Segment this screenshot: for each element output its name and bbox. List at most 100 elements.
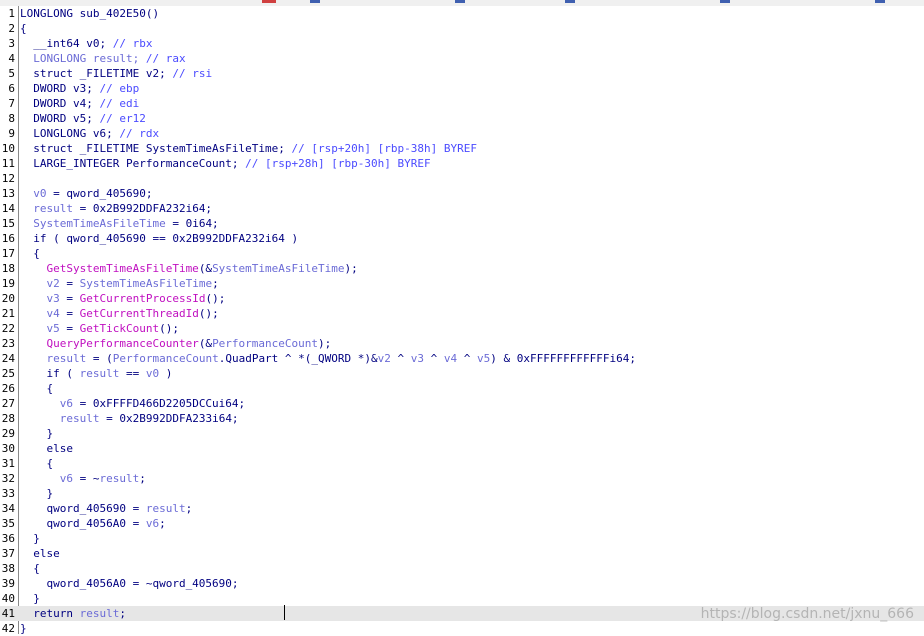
code-token[interactable]: } bbox=[20, 592, 40, 605]
code-text[interactable]: { bbox=[20, 246, 40, 261]
code-token[interactable]: QueryPerformanceCounter bbox=[20, 337, 198, 350]
code-token[interactable]: DWORD v4; bbox=[20, 97, 99, 110]
code-line[interactable]: 15 SystemTimeAsFileTime = 0i64; bbox=[0, 216, 924, 231]
code-line[interactable]: 37 else bbox=[0, 546, 924, 561]
pseudocode-view[interactable]: 1 LONGLONG sub_402E50() 2{3 __int64 v0; //… bbox=[0, 6, 924, 636]
code-token[interactable]: // rdx bbox=[119, 127, 159, 140]
code-token[interactable]: v5 bbox=[477, 352, 490, 365]
code-text[interactable]: } bbox=[20, 591, 40, 606]
code-token[interactable]: __int64 v0; bbox=[20, 37, 113, 50]
code-line[interactable]: 38 { bbox=[0, 561, 924, 576]
code-text[interactable]: { bbox=[20, 381, 53, 396]
code-text[interactable]: v6 = 0xFFFFD466D2205DCCui64; bbox=[20, 396, 245, 411]
code-text[interactable]: if ( result == v0 ) bbox=[20, 366, 172, 381]
code-line[interactable]: 25 if ( result == v0 ) bbox=[0, 366, 924, 381]
code-token[interactable]: = ~ bbox=[73, 472, 100, 485]
code-text[interactable]: result = 0x2B992DDFA233i64; bbox=[20, 411, 239, 426]
code-token[interactable]: } bbox=[20, 622, 27, 635]
code-token[interactable]: GetCurrentProcessId bbox=[80, 292, 206, 305]
code-text[interactable]: } bbox=[20, 531, 40, 546]
code-token[interactable]: SystemTimeAsFileTime bbox=[20, 217, 165, 230]
code-token[interactable]: ; bbox=[119, 607, 126, 620]
code-token[interactable]: = 0x2B992DDFA233i64; bbox=[99, 412, 238, 425]
code-line[interactable]: 36 } bbox=[0, 531, 924, 546]
code-line[interactable]: 30 else bbox=[0, 441, 924, 456]
code-line[interactable]: 27 v6 = 0xFFFFD466D2205DCCui64; bbox=[0, 396, 924, 411]
code-token[interactable]: = bbox=[60, 277, 80, 290]
code-token[interactable]: return bbox=[20, 607, 80, 620]
code-line[interactable]: 13 v0 = qword_405690; bbox=[0, 186, 924, 201]
code-token[interactable]: DWORD v3; bbox=[20, 82, 99, 95]
code-token[interactable]: ^ bbox=[457, 352, 477, 365]
code-line[interactable]: 14 result = 0x2B992DDFA232i64; bbox=[0, 201, 924, 216]
code-line[interactable]: 28 result = 0x2B992DDFA233i64; bbox=[0, 411, 924, 426]
code-token[interactable]: result bbox=[80, 607, 120, 620]
code-token[interactable]: qword_4056A0 = ~qword_405690; bbox=[20, 577, 238, 590]
code-token[interactable]: (); bbox=[205, 292, 225, 305]
code-token[interactable]: LARGE_INTEGER PerformanceCount; bbox=[20, 157, 245, 170]
code-text[interactable]: v3 = GetCurrentProcessId(); bbox=[20, 291, 225, 306]
code-token[interactable]: PerformanceCount bbox=[113, 352, 219, 365]
code-token[interactable]: (& bbox=[199, 262, 212, 275]
code-token[interactable]: (& bbox=[199, 337, 212, 350]
code-token[interactable]: == bbox=[119, 367, 146, 380]
code-text[interactable]: qword_4056A0 = ~qword_405690; bbox=[20, 576, 238, 591]
code-text[interactable]: DWORD v5; // er12 bbox=[20, 111, 146, 126]
code-token[interactable]: SystemTimeAsFileTime bbox=[80, 277, 212, 290]
code-token[interactable]: ^ bbox=[424, 352, 444, 365]
code-token[interactable]: (); bbox=[159, 322, 179, 335]
code-token[interactable]: GetSystemTimeAsFileTime bbox=[20, 262, 198, 275]
code-token[interactable]: v4 bbox=[20, 307, 59, 320]
code-token[interactable]: GetCurrentThreadId bbox=[80, 307, 199, 320]
code-line[interactable]: 17 { bbox=[0, 246, 924, 261]
code-token[interactable]: (); bbox=[199, 307, 219, 320]
code-token[interactable]: ); bbox=[318, 337, 331, 350]
code-line[interactable]: 22 v5 = GetTickCount(); bbox=[0, 321, 924, 336]
code-text[interactable]: return result; bbox=[20, 606, 126, 621]
code-token[interactable]: // rbx bbox=[113, 37, 153, 50]
code-token[interactable]: if ( qword_405690 == 0x2B992DDFA232i64 ) bbox=[20, 232, 298, 245]
code-token[interactable]: // er12 bbox=[99, 112, 145, 125]
code-token[interactable]: ; bbox=[212, 277, 219, 290]
code-token[interactable]: = ( bbox=[86, 352, 113, 365]
code-token[interactable]: PerformanceCount bbox=[212, 337, 318, 350]
code-line[interactable]: 9 LONGLONG v6; // rdx bbox=[0, 126, 924, 141]
code-line[interactable]: 10 struct _FILETIME SystemTimeAsFileTime… bbox=[0, 141, 924, 156]
code-token[interactable]: struct _FILETIME v2; bbox=[20, 67, 172, 80]
code-text[interactable]: else bbox=[20, 441, 73, 456]
code-token[interactable]: // [rsp+28h] [rbp-30h] BYREF bbox=[245, 157, 430, 170]
code-text[interactable]: LONGLONG result; // rax bbox=[20, 51, 186, 66]
code-text[interactable]: { bbox=[20, 21, 27, 36]
code-text[interactable]: } bbox=[20, 486, 53, 501]
code-line[interactable]: 6 DWORD v3; // ebp bbox=[0, 81, 924, 96]
code-text[interactable]: v4 = GetCurrentThreadId(); bbox=[20, 306, 219, 321]
code-line[interactable]: 20 v3 = GetCurrentProcessId(); bbox=[0, 291, 924, 306]
code-text[interactable]: if ( qword_405690 == 0x2B992DDFA232i64 ) bbox=[20, 231, 298, 246]
code-token[interactable]: v5 bbox=[20, 322, 59, 335]
code-token[interactable]: v3 bbox=[20, 292, 59, 305]
code-text[interactable]: QueryPerformanceCounter(&PerformanceCoun… bbox=[20, 336, 331, 351]
code-text[interactable]: { bbox=[20, 561, 40, 576]
code-token[interactable]: // rax bbox=[146, 52, 186, 65]
code-line[interactable]: 11 LARGE_INTEGER PerformanceCount; // [r… bbox=[0, 156, 924, 171]
code-token[interactable]: LONGLONG v6; bbox=[20, 127, 119, 140]
code-token[interactable]: v0 bbox=[146, 367, 159, 380]
code-token[interactable]: ; bbox=[139, 472, 146, 485]
code-text[interactable]: v2 = SystemTimeAsFileTime; bbox=[20, 276, 219, 291]
code-token[interactable]: { bbox=[20, 382, 53, 395]
code-token[interactable]: // rsi bbox=[172, 67, 212, 80]
code-token[interactable]: = bbox=[60, 307, 80, 320]
code-token[interactable]: GetTickCount bbox=[80, 322, 159, 335]
code-line[interactable]: 18 GetSystemTimeAsFileTime(&SystemTimeAs… bbox=[0, 261, 924, 276]
code-line[interactable]: 4 LONGLONG result; // rax bbox=[0, 51, 924, 66]
code-text[interactable]: result = (PerformanceCount.QuadPart ^ *(… bbox=[20, 351, 636, 366]
code-text[interactable]: result = 0x2B992DDFA232i64; bbox=[20, 201, 212, 216]
code-token[interactable]: ; bbox=[159, 517, 166, 530]
code-token[interactable]: LONGLONG sub_402E50() bbox=[20, 7, 159, 20]
code-text[interactable]: { bbox=[20, 456, 53, 471]
code-token[interactable]: DWORD v5; bbox=[20, 112, 99, 125]
code-token[interactable]: .QuadPart ^ *(_QWORD *)& bbox=[219, 352, 378, 365]
code-token[interactable]: v6 bbox=[146, 517, 159, 530]
code-token[interactable]: qword_405690 = bbox=[20, 502, 146, 515]
code-line[interactable]: 33 } bbox=[0, 486, 924, 501]
